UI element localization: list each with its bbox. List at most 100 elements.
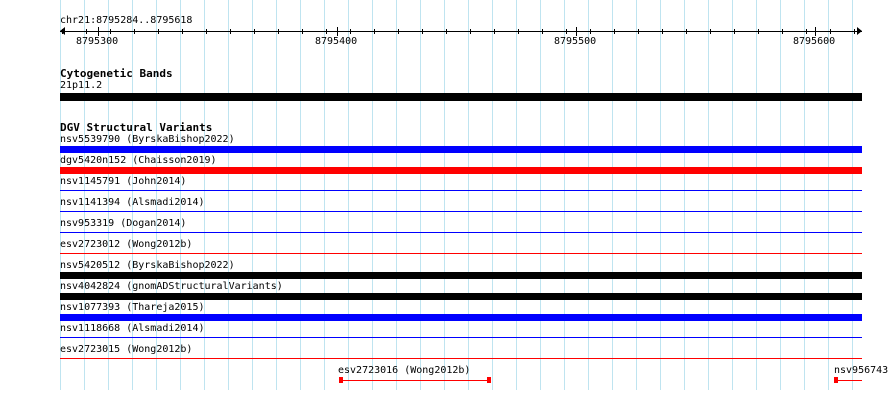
grid-line <box>612 0 613 390</box>
grid-line <box>372 0 373 390</box>
variant-feature[interactable] <box>60 272 862 279</box>
ruler-minor-tick <box>566 29 567 34</box>
ruler-minor-tick <box>86 29 87 34</box>
ruler-minor-tick <box>110 29 111 34</box>
ruler-minor-tick <box>470 29 471 34</box>
variant-feature[interactable] <box>60 314 862 321</box>
grid-line <box>804 0 805 390</box>
ruler-minor-tick <box>230 29 231 34</box>
ruler-minor-tick <box>398 29 399 34</box>
ruler-minor-tick <box>446 29 447 34</box>
variant-feature[interactable] <box>60 293 862 300</box>
track-title-cytogenetic-bands[interactable]: Cytogenetic Bands <box>60 67 173 80</box>
ruler-minor-tick <box>494 29 495 34</box>
variant-feature[interactable] <box>60 358 862 359</box>
grid-line <box>540 0 541 390</box>
variant-label: esv2723015 (Wong2012b) <box>60 344 193 355</box>
ruler-minor-tick <box>182 29 183 34</box>
grid-line <box>396 0 397 390</box>
ruler-minor-tick <box>734 29 735 34</box>
ruler-minor-tick <box>638 29 639 34</box>
genome-browser-panel: chr21:8795284..8795618 8795300 8795400 8… <box>0 0 890 420</box>
grid-line <box>708 0 709 390</box>
cytoband-feature[interactable] <box>60 93 862 101</box>
grid-line <box>636 0 637 390</box>
ruler-major-tick <box>98 27 99 36</box>
grid-line <box>252 0 253 390</box>
grid-line <box>492 0 493 390</box>
ruler-minor-tick <box>278 29 279 34</box>
grid-line <box>852 0 853 390</box>
ruler-minor-tick <box>254 29 255 34</box>
ruler-tick-label: 8795400 <box>315 36 358 47</box>
variant-endcap <box>834 377 838 383</box>
track-title-dgv-structural-variants[interactable]: DGV Structural Variants <box>60 121 212 134</box>
variant-feature[interactable] <box>60 211 862 212</box>
ruler-minor-tick <box>302 29 303 34</box>
grid-line <box>588 0 589 390</box>
ruler-major-tick <box>815 27 816 36</box>
variant-label: nsv5420512 (ByrskaBishop2022) <box>60 260 235 271</box>
variant-endcap <box>487 377 491 383</box>
ruler-minor-tick <box>686 29 687 34</box>
ruler-minor-tick <box>710 29 711 34</box>
grid-line <box>276 0 277 390</box>
variant-label: nsv1145791 (John2014) <box>60 176 187 187</box>
ruler-position-label: chr21:8795284..8795618 <box>60 15 193 26</box>
ruler-minor-tick <box>542 29 543 34</box>
grid-line <box>324 0 325 390</box>
variant-label: nsv1077393 (Thareja2015) <box>60 302 205 313</box>
ruler-minor-tick <box>62 29 63 34</box>
ruler-minor-tick <box>518 29 519 34</box>
ruler-minor-tick <box>374 29 375 34</box>
variant-label: nsv953319 (Dogan2014) <box>60 218 187 229</box>
variant-feature[interactable] <box>60 190 862 191</box>
variant-feature[interactable] <box>60 253 862 254</box>
ruler-minor-tick <box>350 29 351 34</box>
grid-line <box>516 0 517 390</box>
variant-endcap <box>339 377 343 383</box>
scroll-right-arrow-icon[interactable] <box>857 27 862 35</box>
variant-label: nsv1141394 (Alsmadi2014) <box>60 197 205 208</box>
variant-feature[interactable] <box>60 232 862 233</box>
variant-feature[interactable] <box>60 146 862 153</box>
ruler-tick-label: 8795500 <box>554 36 597 47</box>
ruler-minor-tick <box>806 29 807 34</box>
variant-label: nsv956743 <box>834 365 889 376</box>
variant-label: esv2723016 (Wong2012b) <box>338 365 471 376</box>
grid-line <box>564 0 565 390</box>
cytoband-label: 21p11.2 <box>60 80 103 91</box>
grid-line <box>828 0 829 390</box>
ruler-minor-tick <box>758 29 759 34</box>
grid-line <box>732 0 733 390</box>
ruler-tick-label: 8795300 <box>76 36 119 47</box>
variant-feature[interactable] <box>836 380 862 381</box>
grid-line <box>780 0 781 390</box>
ruler-axis <box>60 31 862 32</box>
variant-label: nsv5539790 (ByrskaBishop2022) <box>60 134 235 145</box>
ruler-major-tick <box>576 27 577 36</box>
ruler-minor-tick <box>422 29 423 34</box>
grid-line <box>468 0 469 390</box>
variant-label: nsv4042824 (gnomADStructuralVariants) <box>60 281 283 292</box>
grid-line <box>756 0 757 390</box>
variant-feature[interactable] <box>60 167 862 174</box>
ruler-minor-tick <box>830 29 831 34</box>
ruler-minor-tick <box>158 29 159 34</box>
variant-feature[interactable] <box>60 337 862 338</box>
ruler-minor-tick <box>782 29 783 34</box>
ruler-major-tick <box>337 27 338 36</box>
grid-line <box>348 0 349 390</box>
grid-line <box>420 0 421 390</box>
grid-line <box>444 0 445 390</box>
grid-line <box>684 0 685 390</box>
variant-label: esv2723012 (Wong2012b) <box>60 239 193 250</box>
ruler-minor-tick <box>134 29 135 34</box>
variant-label: dgv5420n152 (Chaisson2019) <box>60 155 217 166</box>
ruler-tick-label: 8795600 <box>793 36 836 47</box>
ruler-minor-tick <box>662 29 663 34</box>
variant-feature[interactable] <box>341 380 489 381</box>
ruler-minor-tick <box>206 29 207 34</box>
ruler-minor-tick <box>590 29 591 34</box>
grid-line <box>660 0 661 390</box>
